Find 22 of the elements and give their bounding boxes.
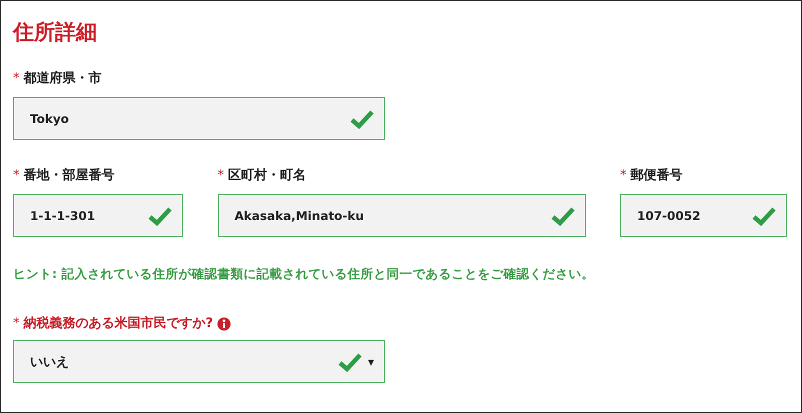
check-icon <box>350 108 374 128</box>
section-title: 住所詳細 <box>13 19 98 46</box>
required-mark: * <box>13 70 20 88</box>
check-icon <box>338 352 362 372</box>
input-field[interactable]: Akasaka,Minato-ku <box>218 194 586 237</box>
hint-text: ヒント: 記入されている住所が確認書類に記載されている住所と同一であることをご確認ください。 <box>13 265 596 283</box>
select-dropdown[interactable]: いいえ ▾ <box>13 340 385 383</box>
input-field[interactable]: 107-0052 <box>620 194 787 237</box>
required-mark: * <box>218 167 224 185</box>
field-label: 郵便番号 <box>630 167 682 185</box>
field-label: 番地・部屋番号 <box>24 166 114 185</box>
required-mark: * <box>13 315 20 333</box>
input-field[interactable]: 1-1-1-301 <box>13 194 183 237</box>
required-mark: * <box>620 167 626 185</box>
field-label: 区町村・町名 <box>228 167 306 185</box>
check-icon <box>752 206 776 226</box>
check-icon <box>148 206 172 226</box>
required-mark: * <box>13 167 20 185</box>
input-field[interactable]: Tokyo <box>13 97 385 140</box>
question-label: 納税義務のある米国市民ですか? <box>24 314 214 333</box>
field-label: 都道府県・市 <box>24 70 102 88</box>
check-icon <box>550 206 574 226</box>
